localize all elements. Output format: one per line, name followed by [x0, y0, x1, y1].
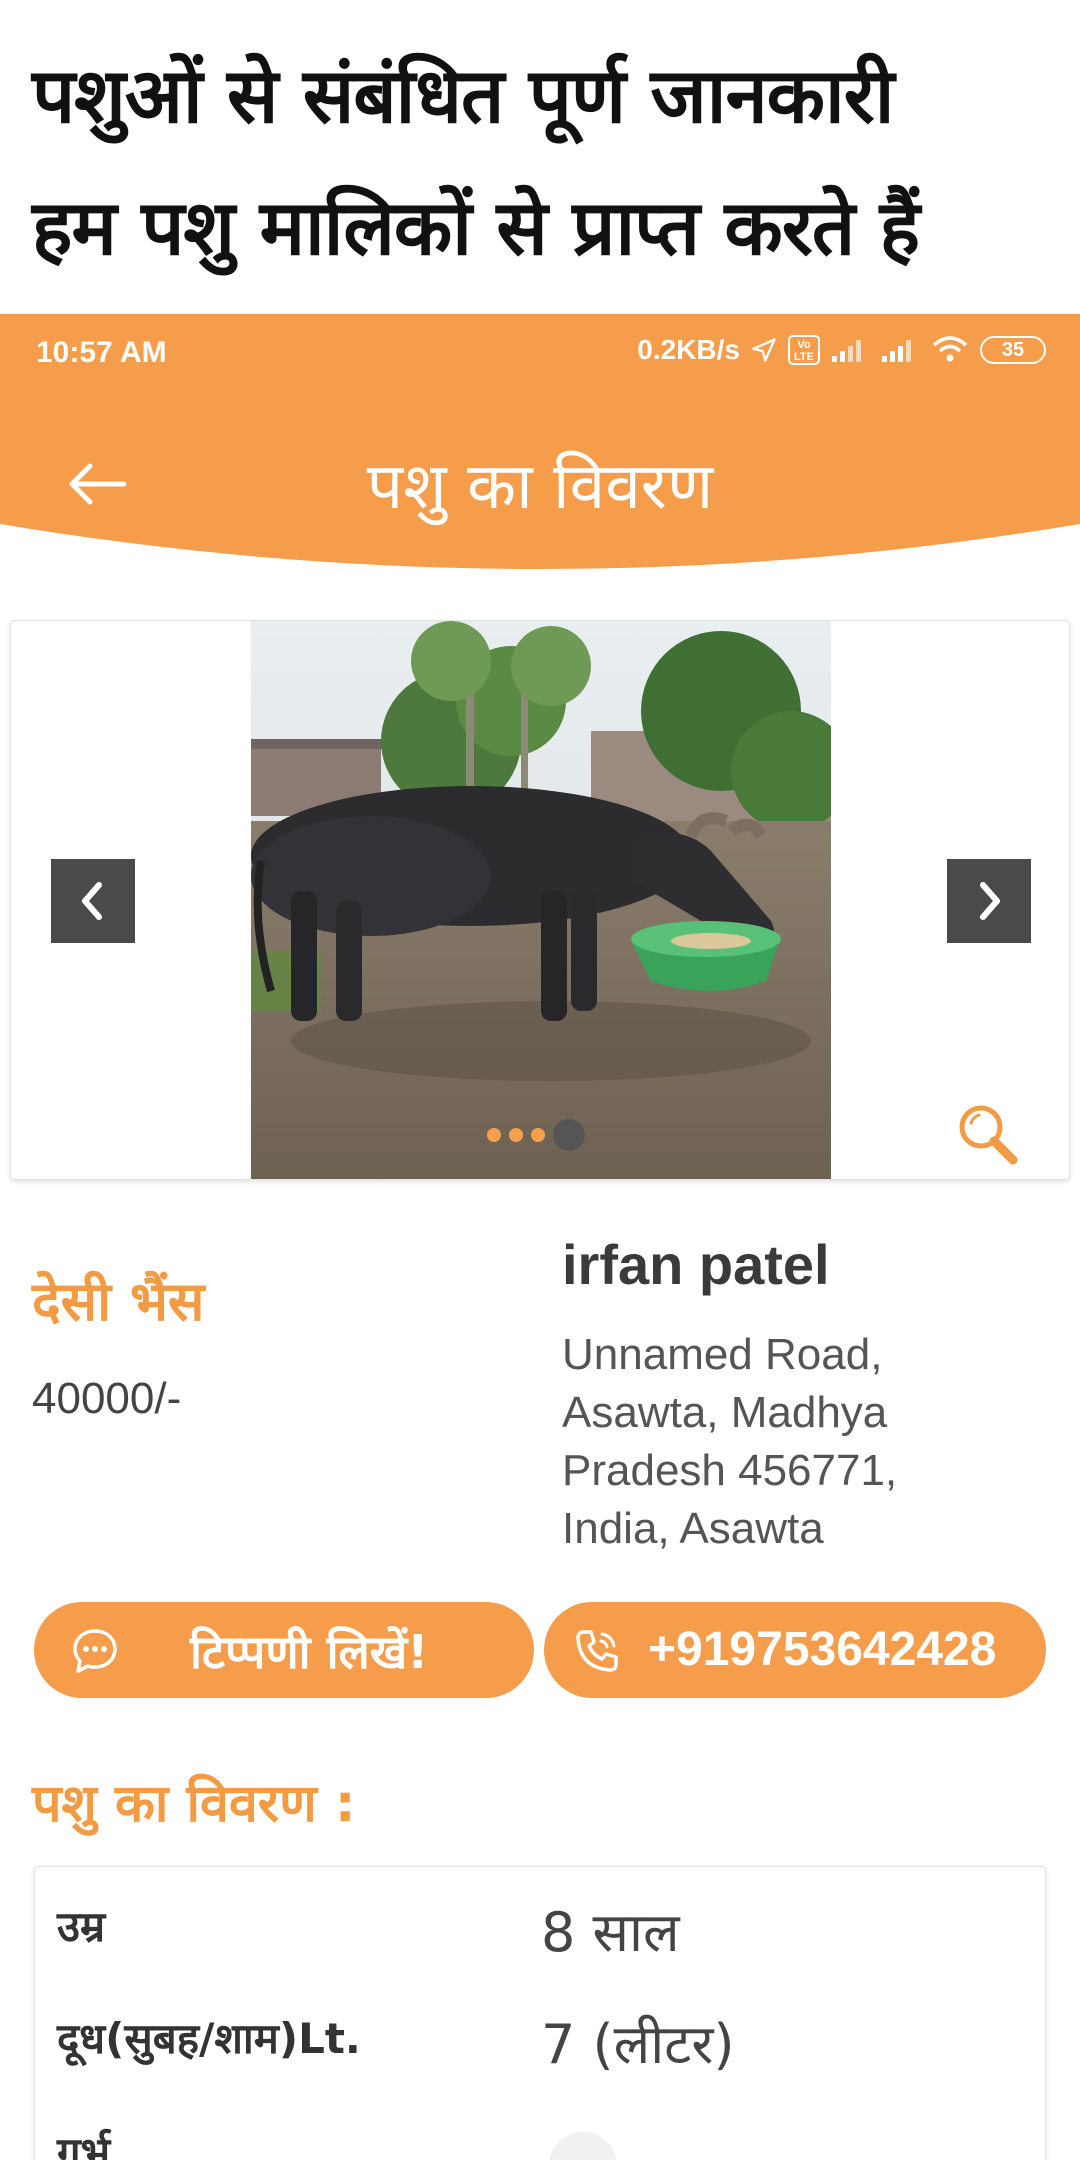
volte-icon: Vo LTE	[788, 335, 820, 365]
status-time: 10:57 AM	[36, 336, 167, 369]
carousel-indicator	[487, 1119, 585, 1151]
promo-line-1: पशुओं से संबंधित पूर्ण जानकारी	[32, 51, 894, 140]
status-bar: 10:57 AM 0.2KB/s Vo LTE 35	[0, 314, 1080, 390]
carousel-next-button[interactable]	[947, 859, 1031, 943]
owner-address: Unnamed Road, Asawta, Madhya Pradesh 456…	[562, 1330, 898, 1553]
detail-label: उम्र	[57, 1902, 106, 1951]
volte-top: Vo	[797, 339, 811, 351]
detail-label: दूध(सुबह/शाम)Lt.	[57, 2014, 361, 2063]
animal-name: देसी भैंस	[32, 1270, 205, 1333]
promo-line-2: हम पशु मालिकों से प्राप्त करते हैं	[32, 183, 920, 272]
detail-row-pregnancy: गर्भ	[35, 2093, 1047, 2160]
owner-name: irfan patel	[562, 1233, 830, 1296]
details-section-title: पशु का विवरण :	[32, 1774, 356, 1834]
write-comment-button[interactable]: टिप्पणी लिखें!	[34, 1602, 534, 1698]
call-owner-button[interactable]: +919753642428	[544, 1602, 1046, 1698]
signal-icon-2	[882, 340, 911, 362]
volte-bottom: LTE	[794, 351, 814, 363]
carousel-dot[interactable]	[509, 1128, 523, 1142]
chevron-right-icon	[980, 882, 1000, 920]
promo-banner: पशुओं से संबंधित पूर्ण जानकारी हम पशु मा…	[0, 0, 1080, 314]
pregnancy-radio[interactable]	[551, 2133, 615, 2160]
detail-value: 8 साल	[541, 1901, 680, 1964]
network-speed: 0.2KB/s	[637, 334, 740, 365]
carousel-dot[interactable]	[487, 1128, 501, 1142]
status-indicators: 0.2KB/s Vo LTE 35	[637, 334, 1046, 366]
image-carousel[interactable]	[10, 620, 1070, 1180]
phone-number: +919753642428	[648, 1623, 997, 1676]
phone-icon	[576, 1630, 618, 1672]
chat-bubble-icon	[73, 1629, 117, 1673]
chevron-left-icon	[82, 882, 102, 920]
detail-row-milk: दूध(सुबह/शाम)Lt. 7 (लीटर)	[35, 1979, 1047, 2089]
animal-photo[interactable]	[251, 621, 831, 1180]
location-arrow-icon	[752, 338, 776, 362]
carousel-prev-button[interactable]	[51, 859, 135, 943]
battery-icon: 35	[980, 336, 1046, 364]
detail-value: 7 (लीटर)	[541, 2013, 735, 2076]
detail-label: गर्भ	[57, 2128, 111, 2160]
signal-icon-1	[832, 340, 861, 362]
details-card: उम्र 8 साल दूध(सुबह/शाम)Lt. 7 (लीटर) गर्…	[34, 1866, 1046, 2160]
carousel-dot-active[interactable]	[553, 1119, 585, 1151]
animal-price: 40000/-	[32, 1374, 182, 1423]
page-title: पशु का विवरण	[366, 450, 714, 524]
carousel-dot[interactable]	[531, 1128, 545, 1142]
write-comment-label: टिप्पणी लिखें!	[190, 1625, 429, 1679]
wifi-icon	[932, 336, 968, 362]
magnifier-icon[interactable]	[951, 1097, 1023, 1169]
detail-row-age: उम्र 8 साल	[35, 1867, 1047, 1977]
app-header: 10:57 AM 0.2KB/s Vo LTE 35 पशु का विवरण	[0, 314, 1080, 574]
